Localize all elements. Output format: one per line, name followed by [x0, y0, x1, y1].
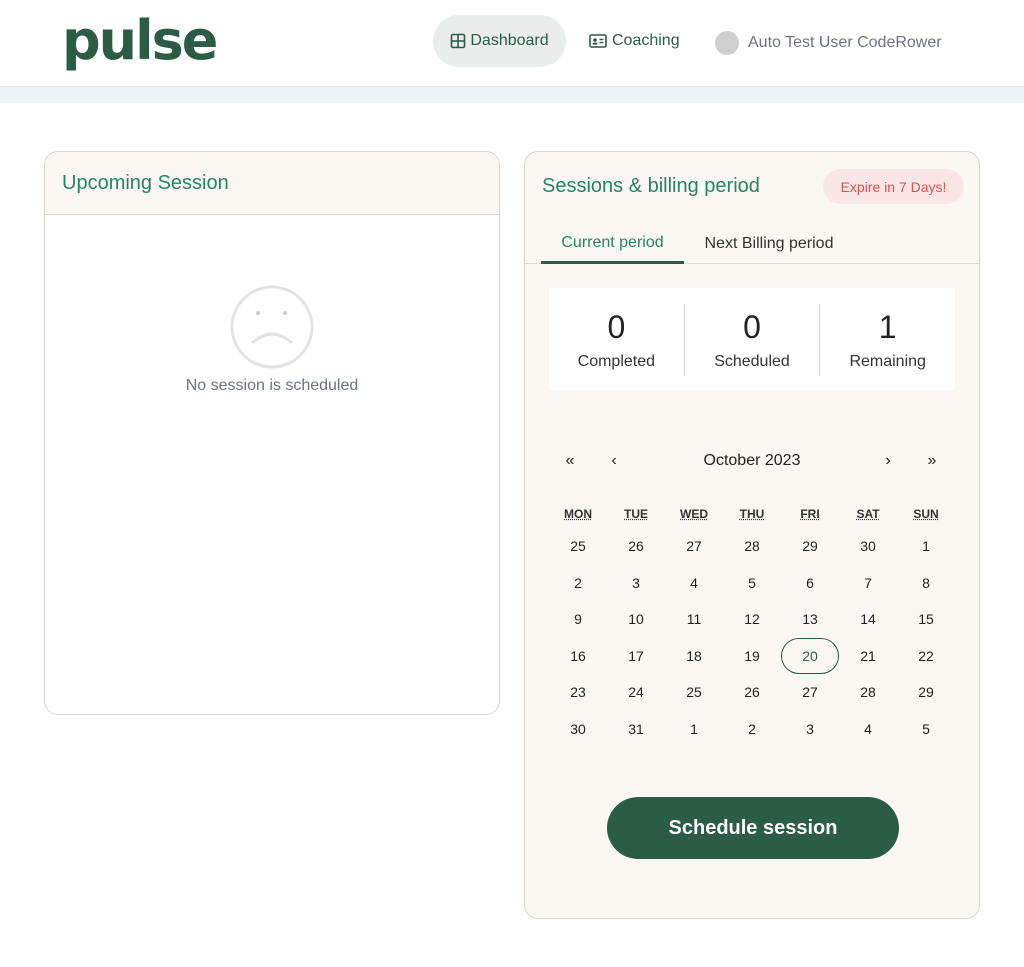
- calendar-week: 16 17 18 19 20 21 22: [549, 637, 955, 675]
- calendar-day[interactable]: 25: [549, 528, 607, 564]
- nav-dashboard[interactable]: Dashboard: [433, 15, 566, 67]
- calendar-day[interactable]: 12: [723, 601, 781, 637]
- dashboard-grid-icon: [451, 33, 466, 49]
- weekday-label: THU: [739, 507, 765, 521]
- calendar-day[interactable]: 29: [781, 528, 839, 564]
- calendar-day[interactable]: 6: [781, 565, 839, 601]
- prev-year-button[interactable]: «: [553, 444, 587, 478]
- calendar-day[interactable]: 1: [665, 711, 723, 747]
- calendar-month-label[interactable]: October 2023: [669, 444, 835, 478]
- calendar-week: 23 24 25 26 27 28 29: [549, 674, 955, 711]
- calendar-day[interactable]: 3: [607, 565, 665, 601]
- calendar-navigation: « ‹ October 2023 › »: [549, 444, 955, 478]
- stat-completed-value: 0: [607, 308, 626, 345]
- empty-state: No session is scheduled: [45, 285, 499, 395]
- weekday-header-row: MON TUE WED THU FRI SAT SUN: [549, 502, 955, 526]
- calendar-day[interactable]: 24: [607, 674, 665, 710]
- user-menu[interactable]: Auto Test User CodeRower: [715, 15, 942, 71]
- stat-completed: 0 Completed: [549, 304, 684, 376]
- stat-scheduled: 0 Scheduled: [683, 303, 820, 376]
- calendar-grid: MON TUE WED THU FRI SAT SUN 25 26 27 28 …: [549, 502, 955, 747]
- calendar-day[interactable]: 15: [897, 601, 955, 637]
- weekday-label: MON: [564, 507, 592, 521]
- calendar-day[interactable]: 28: [723, 528, 781, 564]
- calendar-day[interactable]: 8: [897, 565, 955, 601]
- calendar-day[interactable]: 25: [665, 674, 723, 710]
- weekday-label: SUN: [913, 507, 939, 521]
- stat-scheduled-label: Scheduled: [714, 352, 790, 370]
- nav-dashboard-label: Dashboard: [470, 32, 549, 49]
- calendar-day-today[interactable]: 20: [781, 637, 839, 674]
- calendar-day[interactable]: 31: [607, 711, 665, 747]
- top-header: pulse Dashboard Coaching Auto Test User …: [0, 0, 1024, 87]
- calendar-day[interactable]: 17: [607, 638, 665, 674]
- next-year-button[interactable]: »: [915, 444, 949, 478]
- calendar-week: 25 26 27 28 29 30 1: [549, 528, 955, 565]
- empty-state-text: No session is scheduled: [185, 377, 359, 394]
- calendar-day[interactable]: 30: [839, 528, 897, 564]
- weekday-label: WED: [680, 507, 708, 521]
- stat-completed-label: Completed: [577, 352, 656, 370]
- calendar-day[interactable]: 14: [839, 601, 897, 637]
- user-name: Auto Test User CodeRower: [748, 34, 942, 51]
- calendar-day[interactable]: 28: [839, 674, 897, 710]
- id-card-icon: [589, 34, 607, 48]
- calendar-day[interactable]: 2: [723, 711, 781, 747]
- calendar-day[interactable]: 1: [897, 528, 955, 564]
- next-month-button[interactable]: ›: [871, 444, 905, 478]
- stat-remaining: 1 Remaining: [819, 303, 955, 376]
- calendar-day[interactable]: 18: [665, 638, 723, 674]
- prev-month-button[interactable]: ‹: [597, 444, 631, 478]
- stat-remaining-label: Remaining: [849, 352, 926, 370]
- calendar-day[interactable]: 19: [723, 638, 781, 674]
- calendar-day[interactable]: 11: [665, 601, 723, 637]
- stat-scheduled-value: 0: [743, 308, 761, 345]
- session-stats: 0 Completed 0 Scheduled 1 Remaining: [549, 288, 955, 391]
- calendar-week: 30 31 1 2 3 4 5: [549, 711, 955, 748]
- calendar-day[interactable]: 7: [839, 565, 897, 601]
- nav-coaching-label: Coaching: [612, 32, 680, 49]
- billing-tabs: Current period Next Billing period: [525, 224, 979, 264]
- calendar-day[interactable]: 13: [781, 601, 839, 637]
- calendar-day[interactable]: 26: [723, 674, 781, 710]
- tab-current-period[interactable]: Current period: [541, 224, 684, 264]
- calendar-day[interactable]: 22: [897, 638, 955, 674]
- avatar: [715, 31, 739, 55]
- schedule-session-button[interactable]: Schedule session: [607, 797, 899, 859]
- calendar-day[interactable]: 26: [607, 528, 665, 564]
- upcoming-session-card: Upcoming Session No session is scheduled: [44, 151, 500, 715]
- pulse-logo[interactable]: pulse: [62, 6, 218, 76]
- tab-next-billing-period[interactable]: Next Billing period: [699, 224, 839, 264]
- sad-face-icon: [230, 285, 314, 369]
- calendar-day[interactable]: 30: [549, 711, 607, 747]
- expiry-badge: Expire in 7 Days!: [823, 169, 964, 204]
- calendar-day[interactable]: 9: [549, 601, 607, 637]
- calendar-day[interactable]: 10: [607, 601, 665, 637]
- calendar-day[interactable]: 16: [549, 638, 607, 674]
- header-divider-band: [0, 87, 1024, 103]
- weekday-label: SAT: [856, 507, 880, 521]
- nav-coaching[interactable]: Coaching: [589, 15, 680, 67]
- calendar-week: 2 3 4 5 6 7 8: [549, 565, 955, 602]
- calendar-day[interactable]: 4: [665, 565, 723, 601]
- billing-title: Sessions & billing period: [542, 175, 760, 197]
- calendar-day[interactable]: 5: [723, 565, 781, 601]
- calendar-day[interactable]: 4: [839, 711, 897, 747]
- calendar-day[interactable]: 3: [781, 711, 839, 747]
- weekday-label: FRI: [800, 507, 820, 521]
- calendar-day[interactable]: 2: [549, 565, 607, 601]
- calendar-week: 9 10 11 12 13 14 15: [549, 601, 955, 638]
- stat-remaining-value: 1: [878, 308, 897, 345]
- calendar-day[interactable]: 27: [781, 674, 839, 710]
- upcoming-session-header: Upcoming Session: [45, 152, 499, 215]
- upcoming-session-title: Upcoming Session: [62, 171, 229, 194]
- calendar-day[interactable]: 21: [839, 638, 897, 674]
- calendar-day[interactable]: 23: [549, 674, 607, 710]
- calendar-day[interactable]: 5: [897, 711, 955, 747]
- calendar-day[interactable]: 29: [897, 674, 955, 710]
- calendar-day[interactable]: 27: [665, 528, 723, 564]
- sessions-billing-card: Sessions & billing period Expire in 7 Da…: [524, 151, 980, 919]
- weekday-label: TUE: [624, 507, 648, 521]
